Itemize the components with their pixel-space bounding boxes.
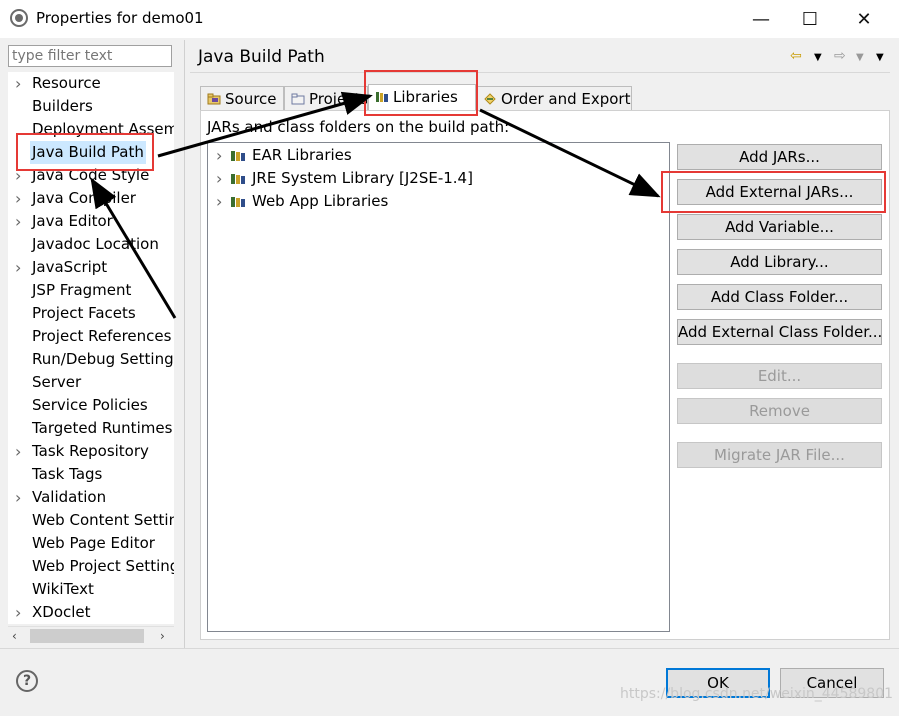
eclipse-app-icon [10, 9, 28, 27]
migrate-jar-file-button[interactable]: Migrate JAR File... [677, 442, 882, 468]
minimize-button[interactable]: — [735, 0, 787, 38]
libraries-tab-highlight [364, 70, 478, 116]
library-icon [231, 151, 245, 161]
tree-item-label: Web Content Settin [32, 511, 174, 529]
library-label: Web App Libraries [252, 192, 389, 210]
add-class-folder-button[interactable]: Add Class Folder... [677, 284, 882, 310]
add-jars-button[interactable]: Add JARs... [677, 144, 882, 170]
expand-chevron-icon[interactable]: › [15, 210, 21, 233]
tree-item-label: Web Project Setting [32, 557, 174, 575]
library-icon [231, 197, 245, 207]
tree-item-label: Web Page Editor [32, 534, 155, 552]
tree-item-label: Javadoc Location [32, 235, 159, 253]
forward-menu-chevron-icon[interactable]: ▼ [856, 52, 864, 63]
tree-item-label: Project References [32, 327, 172, 345]
tree-item-label: XDoclet [32, 603, 91, 621]
forward-icon[interactable]: ⇨ [834, 48, 846, 64]
remove-button[interactable]: Remove [677, 398, 882, 424]
footer-separator [0, 648, 899, 649]
expand-chevron-icon[interactable]: › [216, 190, 222, 213]
tree-item-label: Task Repository [32, 442, 149, 460]
build-path-description: JARs and class folders on the build path… [207, 118, 510, 136]
tab-projects[interactable]: Projects [284, 86, 368, 110]
expand-chevron-icon[interactable]: › [15, 187, 21, 210]
filter-input[interactable] [8, 45, 172, 67]
expand-chevron-icon[interactable]: › [15, 72, 21, 95]
tree-item-label: Server [32, 373, 82, 391]
expand-chevron-icon[interactable]: › [15, 486, 21, 509]
watermark: https://blog.csdn.net/weixin_44589801 [620, 686, 894, 702]
back-icon[interactable]: ⇦ [790, 48, 802, 64]
expand-chevron-icon[interactable]: › [216, 167, 222, 190]
scroll-right-icon[interactable]: › [160, 627, 165, 645]
add-library-button[interactable]: Add Library... [677, 249, 882, 275]
tree-item-label: Run/Debug Settings [32, 350, 174, 368]
library-label: EAR Libraries [252, 146, 352, 164]
sash-divider[interactable] [184, 40, 185, 648]
expand-chevron-icon[interactable]: › [15, 440, 21, 463]
view-menu-icon[interactable]: ▼ [876, 52, 884, 63]
page-title: Java Build Path [198, 47, 325, 67]
tree-item-label: Builders [32, 97, 93, 115]
scroll-left-icon[interactable]: ‹ [12, 627, 17, 645]
add-external-class-folder-button[interactable]: Add External Class Folder... [677, 319, 882, 345]
back-menu-chevron-icon[interactable]: ▼ [814, 52, 822, 63]
tree-item-label: JavaScript [32, 258, 108, 276]
scroll-thumb[interactable] [30, 629, 144, 643]
tree-item-label: JSP Fragment [32, 281, 132, 299]
project-folder-icon [291, 93, 305, 105]
order-export-icon [484, 93, 496, 105]
tree-item-label: Java Editor [32, 212, 113, 230]
help-icon[interactable]: ? [16, 670, 38, 692]
window-title: Properties for demo01 [36, 9, 204, 27]
tree-item-label: Service Policies [32, 396, 148, 414]
source-folder-icon [207, 93, 221, 105]
expand-chevron-icon[interactable]: › [216, 144, 222, 167]
expand-chevron-icon[interactable]: › [15, 601, 21, 624]
header-separator [190, 72, 890, 73]
library-tree[interactable]: › EAR Libraries › JRE System Library [J2SE-… [207, 142, 670, 632]
tree-item-label: WikiText [32, 580, 94, 598]
tree-item-label: Validation [32, 488, 107, 506]
tab-source[interactable]: Source [200, 86, 284, 110]
expand-chevron-icon[interactable]: › [15, 256, 21, 279]
library-icon [231, 174, 245, 184]
tree-item-label: Task Tags [32, 465, 103, 483]
add-variable-button[interactable]: Add Variable... [677, 214, 882, 240]
add-external-jars-highlight [661, 171, 886, 213]
close-button[interactable]: ✕ [838, 0, 890, 38]
tree-item-label: Java Compiler [32, 189, 136, 207]
tree-item-label: Targeted Runtimes [32, 419, 173, 437]
maximize-button[interactable]: ☐ [784, 0, 836, 38]
tree-item-label: Project Facets [32, 304, 136, 322]
java-build-path-highlight [16, 133, 154, 171]
edit-button[interactable]: Edit... [677, 363, 882, 389]
tree-horizontal-scrollbar[interactable]: ‹ › [8, 626, 174, 645]
tab-order-and-export[interactable]: Order and Export [476, 86, 632, 110]
tree-item-label: Resource [32, 74, 101, 92]
library-label: JRE System Library [J2SE-1.4] [252, 169, 473, 187]
